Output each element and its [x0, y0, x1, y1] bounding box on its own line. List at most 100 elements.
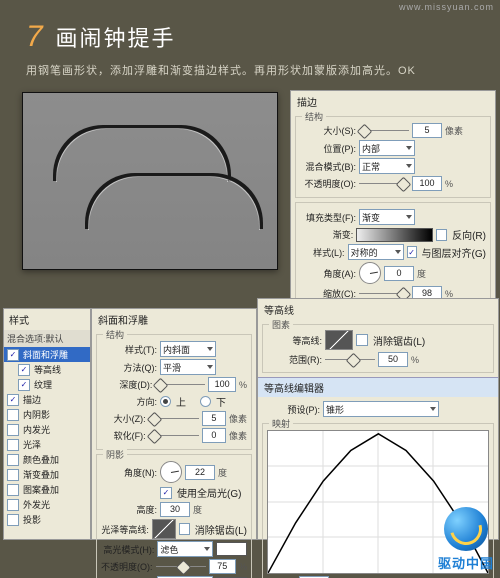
style-label: 描边	[23, 393, 41, 406]
reverse-label: 反向(R)	[452, 227, 486, 242]
bsize-slider[interactable]	[149, 414, 199, 424]
bdepth-unit: %	[239, 380, 247, 390]
style-item[interactable]: 内阴影	[4, 407, 90, 422]
style-checkbox[interactable]	[7, 499, 19, 511]
balt-unit: 度	[193, 503, 202, 516]
filltype-select[interactable]: 渐变	[359, 209, 415, 225]
style-checkbox[interactable]	[7, 424, 19, 436]
style-item[interactable]: 投影	[4, 512, 90, 527]
global-checkbox[interactable]: ✓	[160, 487, 172, 499]
pos-select[interactable]: 内部	[359, 140, 415, 156]
blend-select[interactable]: 正常	[359, 158, 415, 174]
hopac-input[interactable]: 75	[209, 559, 236, 574]
align-checkbox[interactable]: ✓	[407, 246, 417, 258]
size-input[interactable]: 5	[412, 123, 442, 138]
bsoft-unit: 像素	[229, 429, 247, 442]
balt-label: 高度:	[101, 503, 157, 516]
bdepth-input[interactable]: 100	[208, 377, 236, 392]
bstyle-label: 样式(T):	[101, 343, 157, 356]
style-item[interactable]: 颜色叠加	[4, 452, 90, 467]
hmode-select[interactable]: 滤色	[157, 541, 213, 557]
watermark-text: www.missyuan.com	[399, 2, 494, 12]
bsize-unit: 像素	[229, 412, 247, 425]
hopac-slider[interactable]	[156, 562, 206, 572]
style-item[interactable]: ✓等高线	[4, 362, 90, 377]
bsoft-input[interactable]: 0	[202, 428, 226, 443]
contour-thumb[interactable]	[325, 330, 353, 350]
contour-title: 等高线	[258, 299, 498, 320]
style-label: 投影	[23, 513, 41, 526]
preview-image	[22, 92, 278, 270]
style-item[interactable]: 外发光	[4, 497, 90, 512]
page-header: 7 画闹钟提手	[26, 20, 175, 54]
size-unit: 像素	[445, 124, 463, 137]
struct-label: 结构	[302, 110, 326, 123]
bsize-label: 大小(Z):	[101, 412, 146, 425]
dir-down-radio[interactable]	[200, 396, 211, 407]
style-checkbox[interactable]	[7, 454, 19, 466]
style-checkbox[interactable]	[7, 439, 19, 451]
btech-select[interactable]: 平滑	[160, 359, 216, 375]
balt-input[interactable]: 30	[160, 502, 190, 517]
bdepth-slider[interactable]	[155, 380, 205, 390]
logo-text: 驱动中国	[438, 553, 494, 572]
style-checkbox[interactable]: ✓	[7, 349, 19, 361]
style-item: 混合选项:默认	[4, 330, 90, 347]
bsize-input[interactable]: 5	[202, 411, 226, 426]
style-label: 斜面和浮雕	[23, 348, 68, 361]
filltype-label: 填充类型(F):	[300, 211, 356, 224]
opac-slider[interactable]	[359, 179, 409, 189]
dir-down-label: 下	[216, 394, 226, 409]
style-checkbox[interactable]: ✓	[18, 379, 30, 391]
style-checkbox[interactable]	[7, 514, 19, 526]
align-label: 与图层对齐(G)	[422, 245, 486, 260]
map-label: 映射	[269, 417, 293, 430]
bstyle-select[interactable]: 内斜面	[160, 341, 216, 357]
global-label: 使用全局光(G)	[177, 485, 241, 500]
contour-anti-checkbox[interactable]	[356, 334, 368, 346]
style-item[interactable]: ✓ 描边	[4, 392, 90, 407]
range-slider[interactable]	[325, 355, 375, 365]
btech-label: 方法(Q):	[101, 361, 157, 374]
highlight-color[interactable]	[216, 542, 247, 556]
step-number: 7	[26, 20, 43, 54]
style-checkbox[interactable]	[7, 409, 19, 421]
range-input[interactable]: 50	[378, 352, 408, 367]
style-checkbox[interactable]: ✓	[7, 394, 19, 406]
style-item[interactable]: 内发光	[4, 422, 90, 437]
opac-unit: %	[445, 179, 453, 189]
style-checkbox[interactable]	[7, 484, 19, 496]
grad-label: 渐变:	[300, 228, 353, 241]
style-label: 样式(L):	[300, 246, 345, 259]
gloss-anti-label: 消除锯齿(L)	[195, 522, 247, 537]
reverse-checkbox[interactable]	[436, 229, 448, 241]
preset-select[interactable]: 锥形	[323, 401, 439, 417]
style-item[interactable]: 图案叠加	[4, 482, 90, 497]
gradient-swatch[interactable]	[356, 228, 432, 242]
style-select[interactable]: 对称的	[348, 244, 404, 260]
gloss-anti-checkbox[interactable]	[179, 523, 190, 535]
style-item[interactable]: 渐变叠加	[4, 467, 90, 482]
bangle-label: 角度(N):	[101, 466, 157, 479]
size-slider[interactable]	[359, 126, 409, 136]
angle-input[interactable]: 0	[384, 266, 414, 281]
styles-header: 样式	[4, 309, 90, 330]
hmode-label: 高光模式(H):	[101, 543, 154, 556]
angle-dial[interactable]	[359, 262, 381, 284]
style-item[interactable]: 光泽	[4, 437, 90, 452]
bsoft-slider[interactable]	[149, 431, 199, 441]
bangle-input[interactable]: 22	[185, 465, 215, 480]
scale-slider[interactable]	[359, 289, 409, 299]
gloss-contour-thumb[interactable]	[152, 519, 176, 539]
bangle-dial[interactable]	[160, 461, 182, 483]
dir-up-radio[interactable]	[160, 396, 171, 407]
range-label: 范围(R):	[266, 353, 322, 366]
stroke-title: 描边	[291, 91, 495, 112]
style-checkbox[interactable]	[7, 469, 19, 481]
opac-input[interactable]: 100	[412, 176, 442, 191]
style-checkbox[interactable]: ✓	[18, 364, 30, 376]
style-item[interactable]: ✓ 斜面和浮雕	[4, 347, 90, 362]
style-item[interactable]: ✓纹理	[4, 377, 90, 392]
styles-panel: 样式 混合选项:默认✓斜面和浮雕✓等高线✓纹理✓描边内阴影内发光光泽颜色叠加渐变…	[3, 308, 91, 540]
editor-titlebar: 等高线编辑器	[258, 377, 498, 397]
